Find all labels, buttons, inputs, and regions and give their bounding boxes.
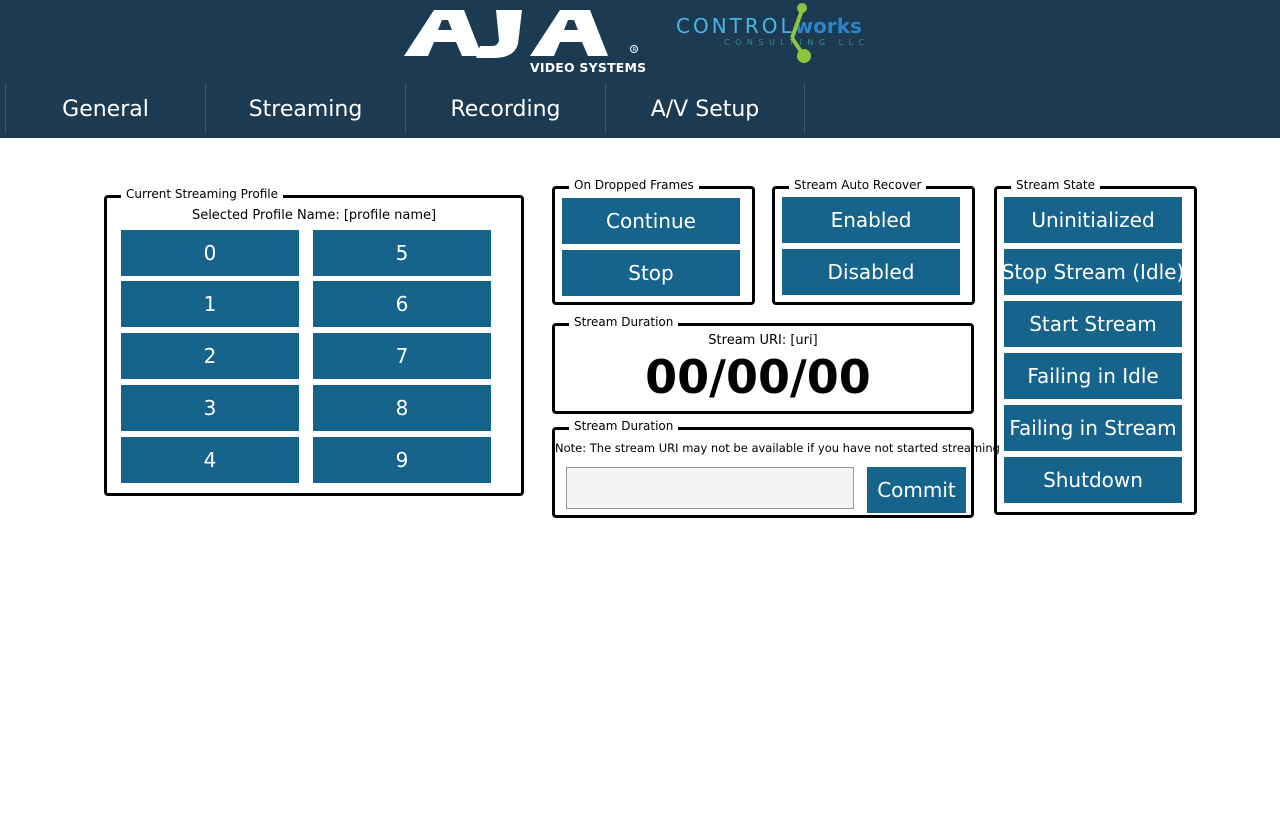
profile-button-4[interactable]: 4 — [121, 437, 299, 483]
profile-legend: Current Streaming Profile — [121, 187, 283, 201]
tab-recording[interactable]: Recording — [405, 84, 605, 134]
disabled-button[interactable]: Disabled — [782, 249, 960, 295]
profile-button-2[interactable]: 2 — [121, 333, 299, 379]
state-shutdown-button[interactable]: Shutdown — [1004, 457, 1182, 503]
selected-profile-name: Selected Profile Name: [profile name] — [191, 208, 437, 223]
tab-general[interactable]: General — [5, 84, 205, 134]
uri-note: Note: The stream URI may not be availabl… — [555, 441, 1000, 455]
uri-commit-legend: Stream Duration — [569, 419, 679, 433]
enabled-button[interactable]: Enabled — [782, 197, 960, 243]
controlworks-logo: CONTROLworks CONSULTING LLC — [676, 0, 886, 70]
stream-duration-time: 00/00/00 — [645, 350, 871, 404]
stream-duration-legend: Stream Duration — [569, 315, 679, 329]
tab-streaming[interactable]: Streaming — [205, 84, 405, 134]
state-stop-stream-idle-button[interactable]: Stop Stream (Idle) — [1002, 249, 1184, 295]
controlworks-logo-control: CONTROL — [676, 14, 795, 38]
profile-button-9[interactable]: 9 — [313, 437, 491, 483]
auto-recover-legend: Stream Auto Recover — [789, 178, 927, 192]
profile-button-1[interactable]: 1 — [121, 281, 299, 327]
profile-button-7[interactable]: 7 — [313, 333, 491, 379]
main-nav: General Streaming Recording A/V Setup — [5, 84, 805, 138]
molecule-icon — [790, 3, 811, 63]
continue-button[interactable]: Continue — [562, 198, 740, 244]
app-header: R VIDEO SYSTEMS CONTROLworks CONSULTING … — [0, 0, 1280, 138]
aja-logo-subtitle: VIDEO SYSTEMS — [530, 60, 647, 75]
aja-logo: R VIDEO SYSTEMS — [404, 4, 646, 76]
profile-button-5[interactable]: 5 — [313, 230, 491, 276]
uri-input[interactable] — [566, 467, 854, 509]
profile-button-8[interactable]: 8 — [313, 385, 491, 431]
state-failing-in-stream-button[interactable]: Failing in Stream — [1004, 405, 1182, 451]
stream-uri-label: Stream URI: [uri] — [708, 333, 818, 348]
stop-button[interactable]: Stop — [562, 250, 740, 296]
state-uninitialized-button[interactable]: Uninitialized — [1004, 197, 1182, 243]
aja-logo-mark: R — [404, 10, 638, 58]
svg-text:R: R — [633, 47, 637, 53]
profile-button-3[interactable]: 3 — [121, 385, 299, 431]
state-failing-in-idle-button[interactable]: Failing in Idle — [1004, 353, 1182, 399]
profile-button-0[interactable]: 0 — [121, 230, 299, 276]
stream-state-legend: Stream State — [1011, 178, 1100, 192]
profile-button-6[interactable]: 6 — [313, 281, 491, 327]
tab-av-setup[interactable]: A/V Setup — [605, 84, 805, 134]
state-start-stream-button[interactable]: Start Stream — [1004, 301, 1182, 347]
dropped-frames-legend: On Dropped Frames — [569, 178, 699, 192]
commit-button[interactable]: Commit — [867, 467, 966, 513]
